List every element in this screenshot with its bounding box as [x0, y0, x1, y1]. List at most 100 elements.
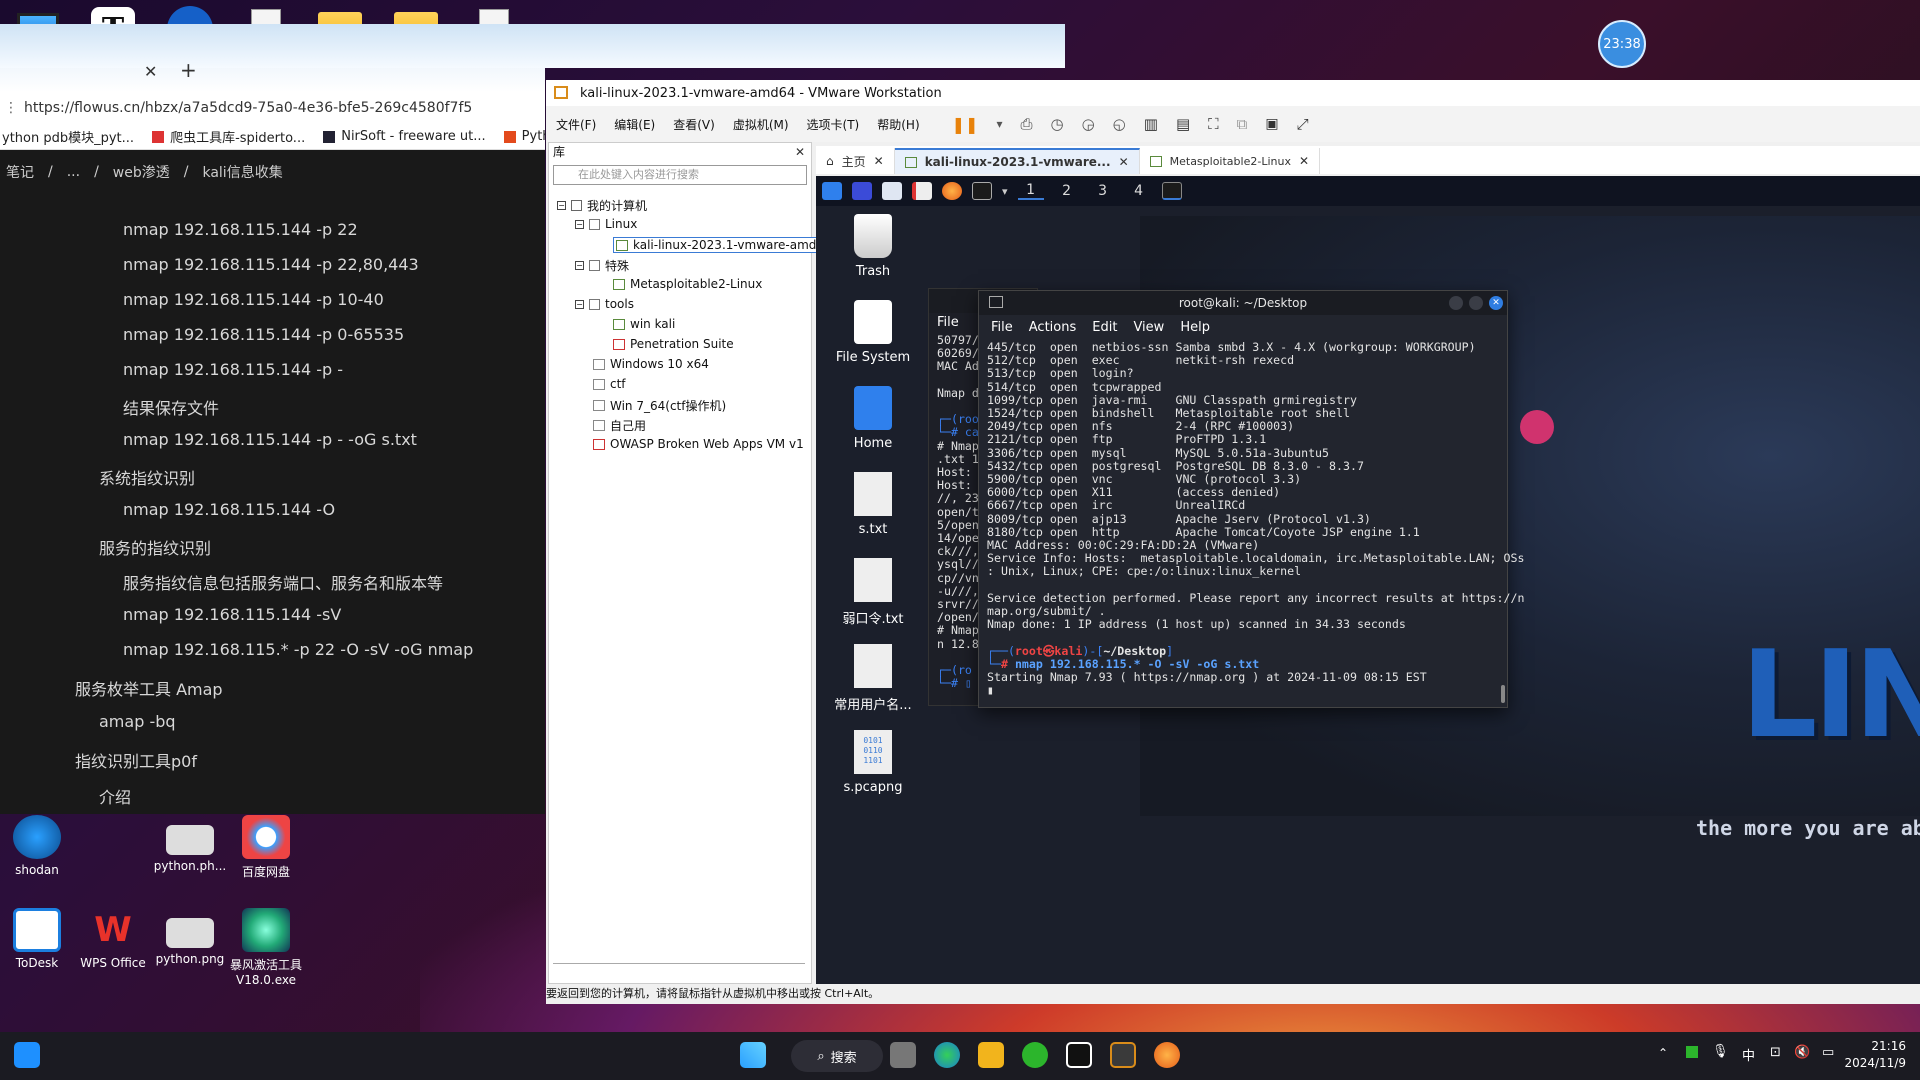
tree-vm-windows10[interactable]: Windows 10 x64 — [593, 357, 709, 371]
library-scrollbar[interactable] — [553, 963, 805, 971]
menu-file[interactable]: 文件(F) — [556, 116, 596, 133]
note-heading[interactable]: 指纹识别工具p0f — [75, 748, 197, 772]
close-tab-icon[interactable]: ✕ — [1119, 155, 1129, 169]
menu-edit[interactable]: 编辑(E) — [614, 116, 655, 133]
edge-icon[interactable] — [934, 1042, 960, 1068]
close-tab-icon[interactable]: ✕ — [144, 62, 157, 81]
menu-view[interactable]: 查看(V) — [673, 116, 715, 133]
fullscreen-icon[interactable]: ⛶ — [1208, 115, 1219, 133]
kali-desktop-pcap[interactable]: 0101 0110 1101 s.pcapng — [828, 730, 918, 795]
menu-help[interactable]: 帮助(H) — [877, 116, 919, 133]
library-view-icon[interactable]: ▥ — [1144, 115, 1158, 133]
desktop-icon-shodan[interactable]: shodan — [0, 815, 77, 877]
network-icon[interactable]: ⊡ — [1770, 1045, 1781, 1060]
tree-my-computer[interactable]: − 我的计算机 — [557, 197, 647, 214]
breadcrumb-item[interactable]: web渗透 — [113, 162, 170, 182]
note-line[interactable]: nmap 192.168.115.144 -p - -oG s.txt — [123, 430, 417, 449]
close-tab-icon[interactable]: ✕ — [1299, 154, 1309, 168]
menu-view[interactable]: View — [1133, 320, 1164, 335]
breadcrumb-item[interactable]: kali信息收集 — [202, 162, 282, 182]
widgets-icon[interactable] — [14, 1042, 40, 1068]
bookmark-item[interactable]: 爬虫工具库-spiderto... — [152, 127, 305, 146]
kali-desktop-filesystem[interactable]: File System — [828, 300, 918, 365]
library-search-input[interactable]: 在此处键入内容进行搜索 — [553, 165, 807, 185]
unity-icon[interactable]: ⧉ — [1237, 115, 1248, 133]
snapshot-restore-icon[interactable]: ◶ — [1082, 115, 1095, 133]
tray-app-icon[interactable] — [1686, 1046, 1698, 1058]
tree-vm-win7[interactable]: Win 7_64(ctf操作机) — [593, 397, 726, 414]
address-bar[interactable]: ⋮ https://flowus.cn/hbzx/a7a5dcd9-75a0-4… — [0, 92, 545, 124]
menu-file[interactable]: File — [991, 320, 1013, 335]
file-explorer-icon[interactable] — [978, 1042, 1004, 1068]
close-button[interactable]: ✕ — [1489, 296, 1503, 310]
dropdown-icon[interactable]: ▾ — [1002, 185, 1008, 198]
note-heading[interactable]: 服务枚举工具 Amap — [75, 676, 223, 700]
menu-help[interactable]: Help — [1180, 320, 1210, 335]
tree-vm-win-kali[interactable]: win kali — [613, 317, 675, 331]
snapshot-manager-icon[interactable]: ◵ — [1113, 115, 1126, 133]
tree-folder-tools[interactable]: − tools — [575, 297, 634, 311]
start-icon[interactable] — [740, 1042, 766, 1068]
bookmark-item[interactable]: ython pdb模块_pyt... — [2, 127, 134, 146]
maximize-button[interactable] — [1469, 296, 1483, 310]
workspace-1[interactable]: 1 — [1017, 182, 1044, 200]
note-line[interactable]: nmap 192.168.115.144 -p 22 — [123, 220, 358, 239]
qq-icon[interactable] — [1066, 1042, 1092, 1068]
pause-icon[interactable]: ❚❚ — [952, 115, 979, 134]
kali-desktop-trash[interactable]: Trash — [828, 214, 918, 279]
note-line[interactable]: nmap 192.168.115.144 -p - — [123, 360, 343, 379]
tab-home[interactable]: ⌂ 主页 ✕ — [816, 148, 895, 174]
console-icon[interactable]: ▣ — [1265, 116, 1278, 132]
terminal-window-button[interactable] — [1161, 182, 1182, 200]
menu-edit[interactable]: Edit — [1092, 320, 1117, 335]
thumbnail-view-icon[interactable]: ▤ — [1176, 115, 1190, 133]
firefox-icon[interactable] — [942, 182, 962, 200]
volume-muted-icon[interactable]: 🔇 — [1794, 1045, 1810, 1060]
wechat-icon[interactable] — [1022, 1042, 1048, 1068]
desktop-icon[interactable] — [852, 182, 872, 200]
tree-vm-penetration-suite[interactable]: Penetration Suite — [613, 337, 734, 351]
desktop-icon-python-ph[interactable]: python.ph... — [150, 815, 230, 873]
desktop-icon-activator[interactable]: 暴风激活工具 V18.0.exe — [226, 908, 306, 987]
vmware-taskbar-icon[interactable] — [1110, 1042, 1136, 1068]
kali-guest-screen[interactable]: ▾ 1 2 3 4 Trash File System Home s.txt 弱… — [816, 176, 1920, 984]
desktop-icon-python-png[interactable]: python.png — [150, 908, 230, 966]
tree-vm-owasp[interactable]: OWASP Broken Web Apps VM v1 — [593, 437, 804, 451]
task-view-icon[interactable] — [890, 1042, 916, 1068]
workspace-2[interactable]: 2 — [1054, 183, 1080, 199]
menu-actions[interactable]: Actions — [1029, 320, 1077, 335]
snapshot-icon[interactable]: ◷ — [1050, 115, 1063, 133]
terminal-scrollbar[interactable] — [1501, 685, 1505, 703]
firefox-taskbar-icon[interactable] — [1154, 1042, 1180, 1068]
note-line[interactable]: nmap 192.168.115.* -p 22 -O -sV -oG nmap — [123, 640, 473, 659]
note-line[interactable]: nmap 192.168.115.144 -O — [123, 500, 335, 519]
terminal-window[interactable]: root@kali: ~/Desktop ✕ File Actions Edit… — [978, 290, 1524, 708]
stretch-icon[interactable]: ⤢ — [1297, 115, 1309, 133]
breadcrumb-item[interactable]: ... — [67, 164, 80, 180]
bookmark-item[interactable]: NirSoft - freeware ut... — [323, 129, 486, 144]
kali-desktop-s-txt[interactable]: s.txt — [828, 472, 918, 537]
note-line[interactable]: 服务指纹信息包括服务端口、服务名和版本等 — [123, 570, 443, 594]
new-tab-icon[interactable]: + — [180, 58, 197, 82]
desktop-icon-wps[interactable]: W WPS Office — [73, 908, 153, 970]
workspace-4[interactable]: 4 — [1126, 183, 1152, 199]
note-line[interactable]: amap -bq — [99, 712, 176, 731]
text-editor-icon[interactable] — [912, 182, 932, 200]
tab-metasploitable[interactable]: Metasploitable2-Linux ✕ — [1140, 148, 1321, 174]
taskbar-search[interactable]: ⌕ 搜索 — [791, 1040, 883, 1072]
menu-vm[interactable]: 虚拟机(M) — [733, 116, 789, 133]
close-library-icon[interactable]: ✕ — [795, 145, 805, 159]
send-keys-icon[interactable]: ⎙ — [1020, 115, 1032, 133]
note-line[interactable]: nmap 192.168.115.144 -p 10-40 — [123, 290, 384, 309]
battery-icon[interactable]: ▭ — [1822, 1045, 1834, 1060]
note-line[interactable]: nmap 192.168.115.144 -sV — [123, 605, 341, 624]
floating-clock[interactable]: 23:38 — [1598, 20, 1646, 68]
breadcrumb-item[interactable]: 笔记 — [6, 162, 34, 182]
note-line[interactable]: nmap 192.168.115.144 -p 22,80,443 — [123, 255, 419, 274]
microphone-icon[interactable]: 🎙 — [1712, 1044, 1729, 1059]
ime-indicator[interactable]: 中 — [1742, 1045, 1755, 1064]
terminal-icon[interactable] — [972, 182, 992, 200]
kali-desktop-weak-pass[interactable]: 弱口令.txt — [828, 558, 918, 627]
tree-folder-special[interactable]: − 特殊 — [575, 257, 629, 274]
tree-folder-linux[interactable]: − Linux — [575, 217, 637, 231]
